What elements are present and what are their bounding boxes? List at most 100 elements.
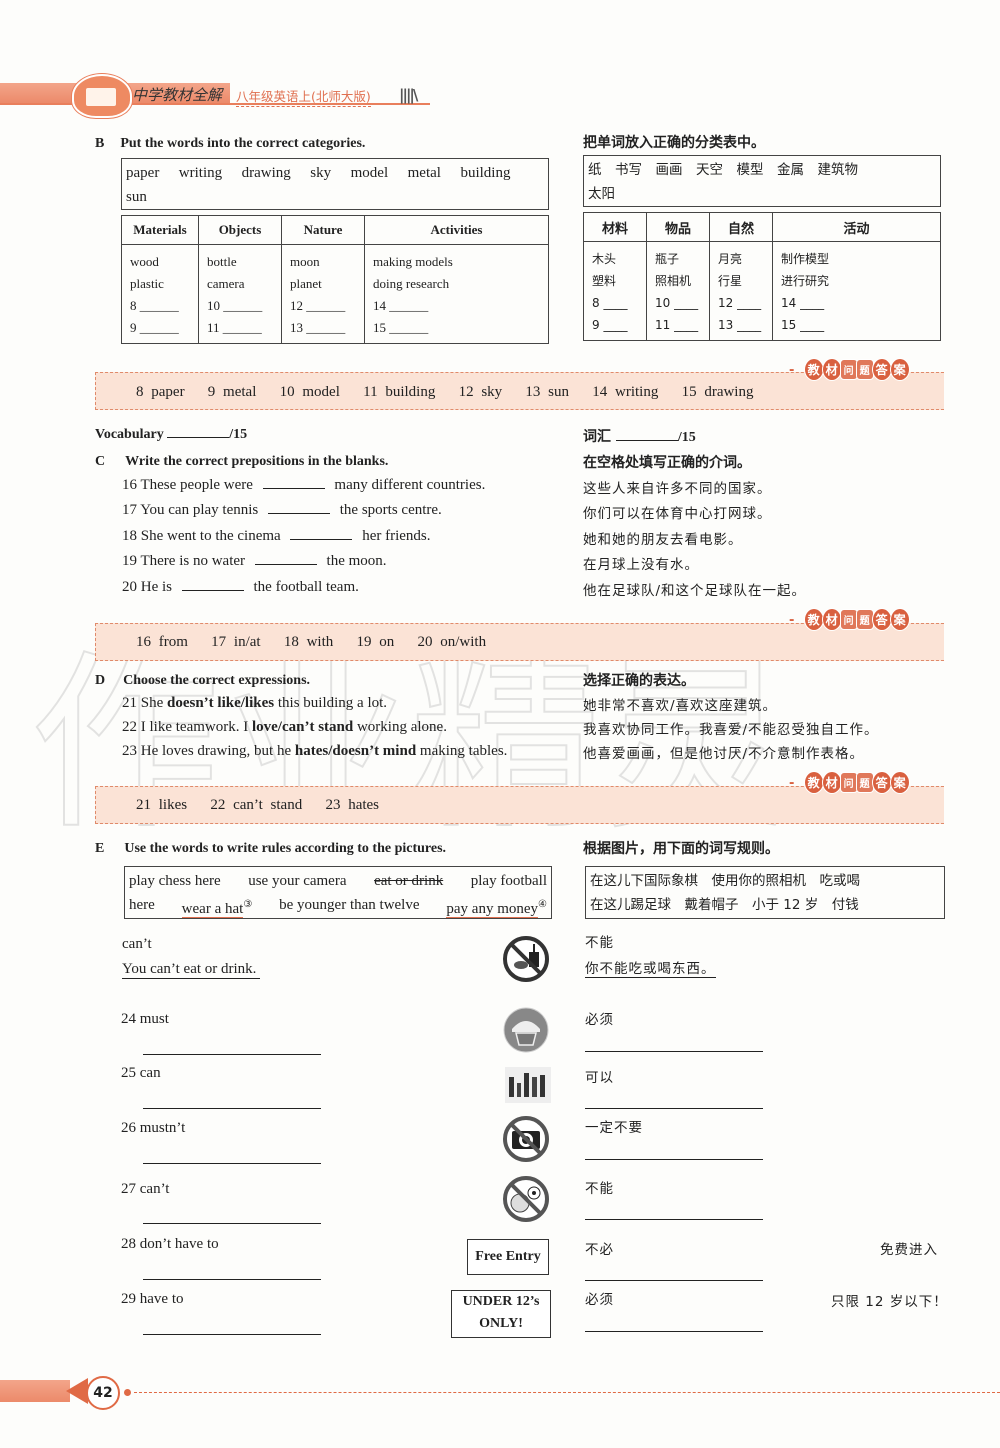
blank-8[interactable]: 8 ______ <box>130 295 190 317</box>
badge-char: 问 <box>839 772 858 793</box>
cn-item-label: 不必 <box>585 1242 614 1258</box>
blank-10[interactable]: 10 ______ <box>207 295 273 317</box>
section-letter: C <box>95 454 106 469</box>
answer-blank[interactable] <box>268 512 330 514</box>
book-logo-icon <box>72 74 132 118</box>
question-16: 16 These people were many different coun… <box>122 477 485 494</box>
choice-options[interactable]: love/can’t stand <box>252 719 353 735</box>
blank-15[interactable]: 15 ______ <box>373 317 540 339</box>
item-29-answer-line[interactable] <box>143 1334 321 1335</box>
item-26-label: 26 mustn’t <box>121 1120 186 1136</box>
cn-answer-line <box>585 1159 763 1160</box>
badge-char: 材 <box>821 358 842 381</box>
word-box-line: play chess here use your camera eat or d… <box>129 869 547 893</box>
choice-options[interactable]: hates/doesn’t mind <box>295 743 416 759</box>
section-title: Put the words into the correct categorie… <box>120 136 366 151</box>
cn-answer-line <box>585 1108 763 1109</box>
score-total: /15 <box>677 430 696 445</box>
cn-rules-word-box: 在这儿下国际象棋 使用你的照相机 吃或喝 在这儿踢足球 戴着帽子 小于 12 岁… <box>585 866 945 919</box>
section-letter: D <box>95 673 106 688</box>
cn-item-label: 一定不要 <box>585 1120 643 1136</box>
cell-text: 9 ____ <box>592 318 628 332</box>
section-letter: E <box>95 841 105 856</box>
hard-hat-icon <box>503 1007 549 1053</box>
footnote-marker: ④ <box>538 899 547 910</box>
cell-text: 塑料 <box>592 274 617 288</box>
cn-section-c-title: 在空格处填写正确的介词。 <box>583 455 751 471</box>
badge-char: 问 <box>839 609 858 630</box>
cell-text: 行星 <box>718 274 743 288</box>
answer-blank[interactable] <box>290 538 353 540</box>
badge-char: 答 <box>871 358 892 381</box>
question-text: the moon. <box>326 553 387 569</box>
question-18: 18 She went to the cinema her friends. <box>122 528 431 545</box>
cell-text: plastic <box>130 276 164 291</box>
table-cell: bottle camera 10 ______ 11 ______ <box>198 244 282 344</box>
question-text: the sports centre. <box>339 502 442 518</box>
word-box-line: here wear a hat③ be younger than twelve … <box>129 893 547 921</box>
page-number: 42 <box>86 1376 120 1410</box>
answer-blank[interactable] <box>254 563 317 565</box>
badge-char: 题 <box>855 359 874 380</box>
cn-under-12-sign: 只限 12 岁以下！ <box>831 1294 948 1310</box>
cell-text: 8 ____ <box>592 296 628 310</box>
question-text: her friends. <box>362 528 431 544</box>
cn-section-e-title: 根据图片，用下面的词写规则。 <box>583 841 779 857</box>
score-blank[interactable] <box>167 436 230 438</box>
blank-12[interactable]: 12 ______ <box>290 295 356 317</box>
question-text: 19 There is no water <box>122 553 246 569</box>
item-27-label: 27 can’t <box>121 1181 170 1197</box>
table-cell: 瓶子 照相机 10 ____ 11 ____ <box>646 241 710 341</box>
question-text: 17 You can play tennis <box>122 502 259 518</box>
question-text: 22 I like teamwork. I <box>122 719 252 735</box>
table-cell: making models doing research 14 ______ 1… <box>364 244 549 344</box>
cn-answer-line <box>585 1051 763 1052</box>
answer-badge: - 教材问题答案 <box>788 771 910 794</box>
cn-answer-line <box>585 1280 763 1281</box>
answer-text: 21 likes 22 can’t stand 23 hates <box>136 797 380 813</box>
blank-14[interactable]: 14 ______ <box>373 295 540 317</box>
book-title: 中学教材全解 <box>132 86 223 104</box>
table-header: 活动 <box>772 212 941 242</box>
table-cell: wood plastic 8 ______ 9 ______ <box>121 244 199 344</box>
cell-text: 13 ____ <box>718 318 762 332</box>
badge-lead: - <box>789 363 795 378</box>
score-blank[interactable] <box>615 439 678 441</box>
book-subtitle: 八年级英语上(北师大版) <box>236 86 371 107</box>
table-header: Nature <box>281 215 365 245</box>
word-option: pay any money <box>446 901 539 918</box>
item-28-answer-line[interactable] <box>143 1279 321 1280</box>
item-24-answer-line[interactable] <box>143 1054 321 1055</box>
cn-example-modal: 不能 <box>585 935 614 951</box>
no-eating-drinking-icon <box>503 936 549 982</box>
score-total: /15 <box>229 427 248 442</box>
item-26-answer-line[interactable] <box>143 1163 321 1164</box>
blank-9[interactable]: 9 ______ <box>130 317 190 339</box>
category-table: Materials Objects Nature Activities wood… <box>121 215 549 344</box>
cell-text: bottle <box>207 254 237 269</box>
cell-text: doing research <box>373 276 450 291</box>
no-camera-icon <box>503 1116 549 1162</box>
badge-char: 教 <box>803 608 824 631</box>
item-25-label: 25 can <box>121 1065 161 1081</box>
cell-text: 制作模型 <box>781 252 830 266</box>
question-17: 17 You can play tennis the sports centre… <box>122 502 442 519</box>
item-25-answer-line[interactable] <box>143 1108 321 1109</box>
footnote-marker: ③ <box>243 899 253 910</box>
choice-options[interactable]: doesn’t like/likes <box>167 695 274 711</box>
cn-question: 你们可以在体育中心打网球。 <box>583 506 772 522</box>
answer-blank[interactable] <box>181 589 244 591</box>
answer-badge: - 教材问题答案 <box>788 358 910 381</box>
footer-dot-icon <box>124 1389 131 1396</box>
section-title: Choose the correct expressions. <box>123 673 311 688</box>
badge-char: 案 <box>889 771 910 794</box>
blank-11[interactable]: 11 ______ <box>207 317 273 339</box>
item-27-answer-line[interactable] <box>143 1223 321 1224</box>
blank-13[interactable]: 13 ______ <box>290 317 356 339</box>
cell-text: 14 ____ <box>781 296 825 310</box>
no-ball-games-icon <box>503 1176 549 1222</box>
word-box-line: 纸 书写 画画 天空 模型 金属 建筑物 <box>588 162 858 178</box>
question-text: working alone. <box>353 719 447 735</box>
answer-blank[interactable] <box>262 487 325 489</box>
answer-text: 16 from 17 in/at 18 with 19 on 20 on/wit… <box>136 634 487 650</box>
